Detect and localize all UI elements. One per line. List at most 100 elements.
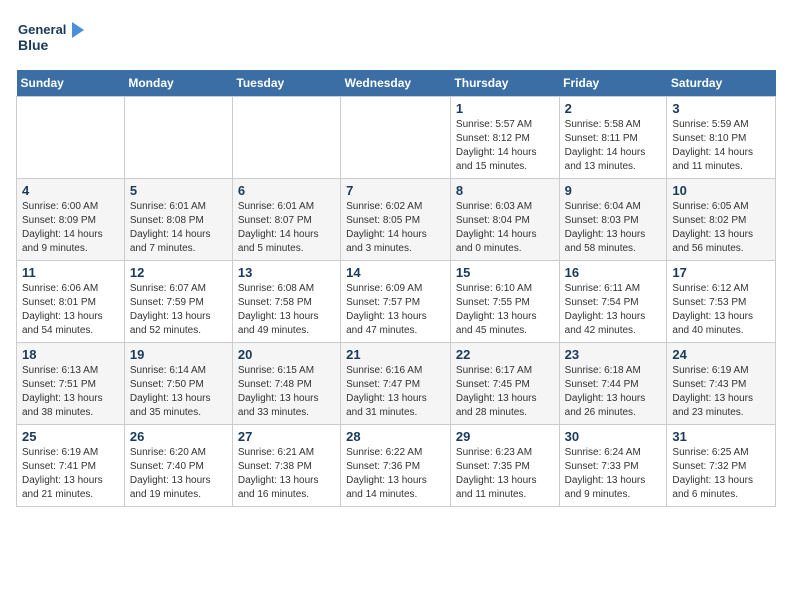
day-number: 1	[456, 101, 554, 116]
day-number: 6	[238, 183, 335, 198]
calendar-week-row: 1 Sunrise: 5:57 AM Sunset: 8:12 PM Daylig…	[17, 97, 776, 179]
day-number: 13	[238, 265, 335, 280]
calendar-week-row: 25 Sunrise: 6:19 AM Sunset: 7:41 PM Dayli…	[17, 425, 776, 507]
calendar-cell: 10Sunrise: 6:05 AM Sunset: 8:02 PM Dayli…	[667, 179, 776, 261]
day-header-monday: Monday	[124, 70, 232, 97]
day-number: 14	[346, 265, 445, 280]
day-info: Sunrise: 5:59 AM Sunset: 8:10 PM Dayligh…	[672, 118, 770, 174]
day-info: Sunrise: 6:00 AM Sunset: 8:09 PM Dayligh…	[22, 200, 119, 256]
day-info: Sunrise: 6:07 AM Sunset: 7:59 PM Dayligh…	[130, 282, 227, 338]
calendar-cell: 15 Sunrise: 6:10 AM Sunset: 7:55 PM Dayli…	[450, 261, 559, 343]
day-header-friday: Friday	[559, 70, 667, 97]
day-info: Sunrise: 6:19 AM Sunset: 7:41 PM Dayligh…	[22, 446, 119, 502]
calendar-header-row: SundayMondayTuesdayWednesdayThursdayFrid…	[17, 70, 776, 97]
calendar-cell: 1 Sunrise: 5:57 AM Sunset: 8:12 PM Daylig…	[450, 97, 559, 179]
calendar-cell: 7Sunrise: 6:02 AM Sunset: 8:05 PM Daylig…	[341, 179, 451, 261]
day-number: 9	[565, 183, 662, 198]
day-number: 21	[346, 347, 445, 362]
day-header-tuesday: Tuesday	[232, 70, 340, 97]
day-number: 11	[22, 265, 119, 280]
day-header-sunday: Sunday	[17, 70, 125, 97]
day-info: Sunrise: 6:12 AM Sunset: 7:53 PM Dayligh…	[672, 282, 770, 338]
day-info: Sunrise: 6:09 AM Sunset: 7:57 PM Dayligh…	[346, 282, 445, 338]
day-info: Sunrise: 6:10 AM Sunset: 7:55 PM Dayligh…	[456, 282, 554, 338]
day-info: Sunrise: 6:20 AM Sunset: 7:40 PM Dayligh…	[130, 446, 227, 502]
calendar-cell: 12 Sunrise: 6:07 AM Sunset: 7:59 PM Dayli…	[124, 261, 232, 343]
calendar-cell: 13Sunrise: 6:08 AM Sunset: 7:58 PM Dayli…	[232, 261, 340, 343]
calendar-cell: 8 Sunrise: 6:03 AM Sunset: 8:04 PM Daylig…	[450, 179, 559, 261]
calendar-cell: 11Sunrise: 6:06 AM Sunset: 8:01 PM Dayli…	[17, 261, 125, 343]
calendar-cell: 29 Sunrise: 6:23 AM Sunset: 7:35 PM Dayli…	[450, 425, 559, 507]
day-info: Sunrise: 6:18 AM Sunset: 7:44 PM Dayligh…	[565, 364, 662, 420]
calendar-cell: 2 Sunrise: 5:58 AM Sunset: 8:11 PM Daylig…	[559, 97, 667, 179]
calendar-cell	[232, 97, 340, 179]
day-header-thursday: Thursday	[450, 70, 559, 97]
calendar-table: SundayMondayTuesdayWednesdayThursdayFrid…	[16, 70, 776, 507]
calendar-cell: 18Sunrise: 6:13 AM Sunset: 7:51 PM Dayli…	[17, 343, 125, 425]
calendar-cell: 26 Sunrise: 6:20 AM Sunset: 7:40 PM Dayli…	[124, 425, 232, 507]
calendar-cell: 21 Sunrise: 6:16 AM Sunset: 7:47 PM Dayli…	[341, 343, 451, 425]
day-info: Sunrise: 6:24 AM Sunset: 7:33 PM Dayligh…	[565, 446, 662, 502]
day-number: 4	[22, 183, 119, 198]
day-header-wednesday: Wednesday	[341, 70, 451, 97]
day-number: 28	[346, 429, 445, 444]
calendar-cell: 16 Sunrise: 6:11 AM Sunset: 7:54 PM Dayli…	[559, 261, 667, 343]
day-number: 7	[346, 183, 445, 198]
day-number: 20	[238, 347, 335, 362]
day-number: 25	[22, 429, 119, 444]
day-number: 18	[22, 347, 119, 362]
day-number: 26	[130, 429, 227, 444]
calendar-cell	[17, 97, 125, 179]
day-number: 16	[565, 265, 662, 280]
day-info: Sunrise: 6:25 AM Sunset: 7:32 PM Dayligh…	[672, 446, 770, 502]
day-number: 22	[456, 347, 554, 362]
day-info: Sunrise: 5:58 AM Sunset: 8:11 PM Dayligh…	[565, 118, 662, 174]
calendar-cell: 9 Sunrise: 6:04 AM Sunset: 8:03 PM Daylig…	[559, 179, 667, 261]
day-info: Sunrise: 6:04 AM Sunset: 8:03 PM Dayligh…	[565, 200, 662, 256]
day-number: 3	[672, 101, 770, 116]
day-number: 30	[565, 429, 662, 444]
calendar-cell: 22 Sunrise: 6:17 AM Sunset: 7:45 PM Dayli…	[450, 343, 559, 425]
day-info: Sunrise: 6:17 AM Sunset: 7:45 PM Dayligh…	[456, 364, 554, 420]
header: General Blue	[16, 16, 776, 60]
calendar-week-row: 11Sunrise: 6:06 AM Sunset: 8:01 PM Dayli…	[17, 261, 776, 343]
calendar-cell: 30 Sunrise: 6:24 AM Sunset: 7:33 PM Dayli…	[559, 425, 667, 507]
calendar-cell: 3 Sunrise: 5:59 AM Sunset: 8:10 PM Daylig…	[667, 97, 776, 179]
calendar-week-row: 18Sunrise: 6:13 AM Sunset: 7:51 PM Dayli…	[17, 343, 776, 425]
calendar-cell: 20 Sunrise: 6:15 AM Sunset: 7:48 PM Dayli…	[232, 343, 340, 425]
day-number: 31	[672, 429, 770, 444]
day-info: Sunrise: 6:05 AM Sunset: 8:02 PM Dayligh…	[672, 200, 770, 256]
day-info: Sunrise: 6:15 AM Sunset: 7:48 PM Dayligh…	[238, 364, 335, 420]
day-number: 17	[672, 265, 770, 280]
calendar-week-row: 4 Sunrise: 6:00 AM Sunset: 8:09 PM Daylig…	[17, 179, 776, 261]
calendar-cell: 23 Sunrise: 6:18 AM Sunset: 7:44 PM Dayli…	[559, 343, 667, 425]
day-info: Sunrise: 6:03 AM Sunset: 8:04 PM Dayligh…	[456, 200, 554, 256]
day-info: Sunrise: 6:11 AM Sunset: 7:54 PM Dayligh…	[565, 282, 662, 338]
svg-text:Blue: Blue	[18, 37, 49, 53]
day-info: Sunrise: 6:16 AM Sunset: 7:47 PM Dayligh…	[346, 364, 445, 420]
day-number: 12	[130, 265, 227, 280]
day-number: 23	[565, 347, 662, 362]
calendar-cell: 28Sunrise: 6:22 AM Sunset: 7:36 PM Dayli…	[341, 425, 451, 507]
calendar-cell: 6Sunrise: 6:01 AM Sunset: 8:07 PM Daylig…	[232, 179, 340, 261]
day-number: 19	[130, 347, 227, 362]
day-info: Sunrise: 5:57 AM Sunset: 8:12 PM Dayligh…	[456, 118, 554, 174]
day-number: 15	[456, 265, 554, 280]
calendar-cell: 14 Sunrise: 6:09 AM Sunset: 7:57 PM Dayli…	[341, 261, 451, 343]
day-info: Sunrise: 6:23 AM Sunset: 7:35 PM Dayligh…	[456, 446, 554, 502]
day-number: 29	[456, 429, 554, 444]
calendar-cell: 19 Sunrise: 6:14 AM Sunset: 7:50 PM Dayli…	[124, 343, 232, 425]
day-info: Sunrise: 6:21 AM Sunset: 7:38 PM Dayligh…	[238, 446, 335, 502]
day-info: Sunrise: 6:14 AM Sunset: 7:50 PM Dayligh…	[130, 364, 227, 420]
day-number: 8	[456, 183, 554, 198]
calendar-cell	[341, 97, 451, 179]
calendar-cell: 4 Sunrise: 6:00 AM Sunset: 8:09 PM Daylig…	[17, 179, 125, 261]
day-number: 27	[238, 429, 335, 444]
day-number: 2	[565, 101, 662, 116]
day-header-saturday: Saturday	[667, 70, 776, 97]
logo-svg: General Blue	[16, 16, 86, 60]
day-info: Sunrise: 6:19 AM Sunset: 7:43 PM Dayligh…	[672, 364, 770, 420]
calendar-cell: 31 Sunrise: 6:25 AM Sunset: 7:32 PM Dayli…	[667, 425, 776, 507]
calendar-cell: 24Sunrise: 6:19 AM Sunset: 7:43 PM Dayli…	[667, 343, 776, 425]
logo: General Blue	[16, 16, 86, 60]
